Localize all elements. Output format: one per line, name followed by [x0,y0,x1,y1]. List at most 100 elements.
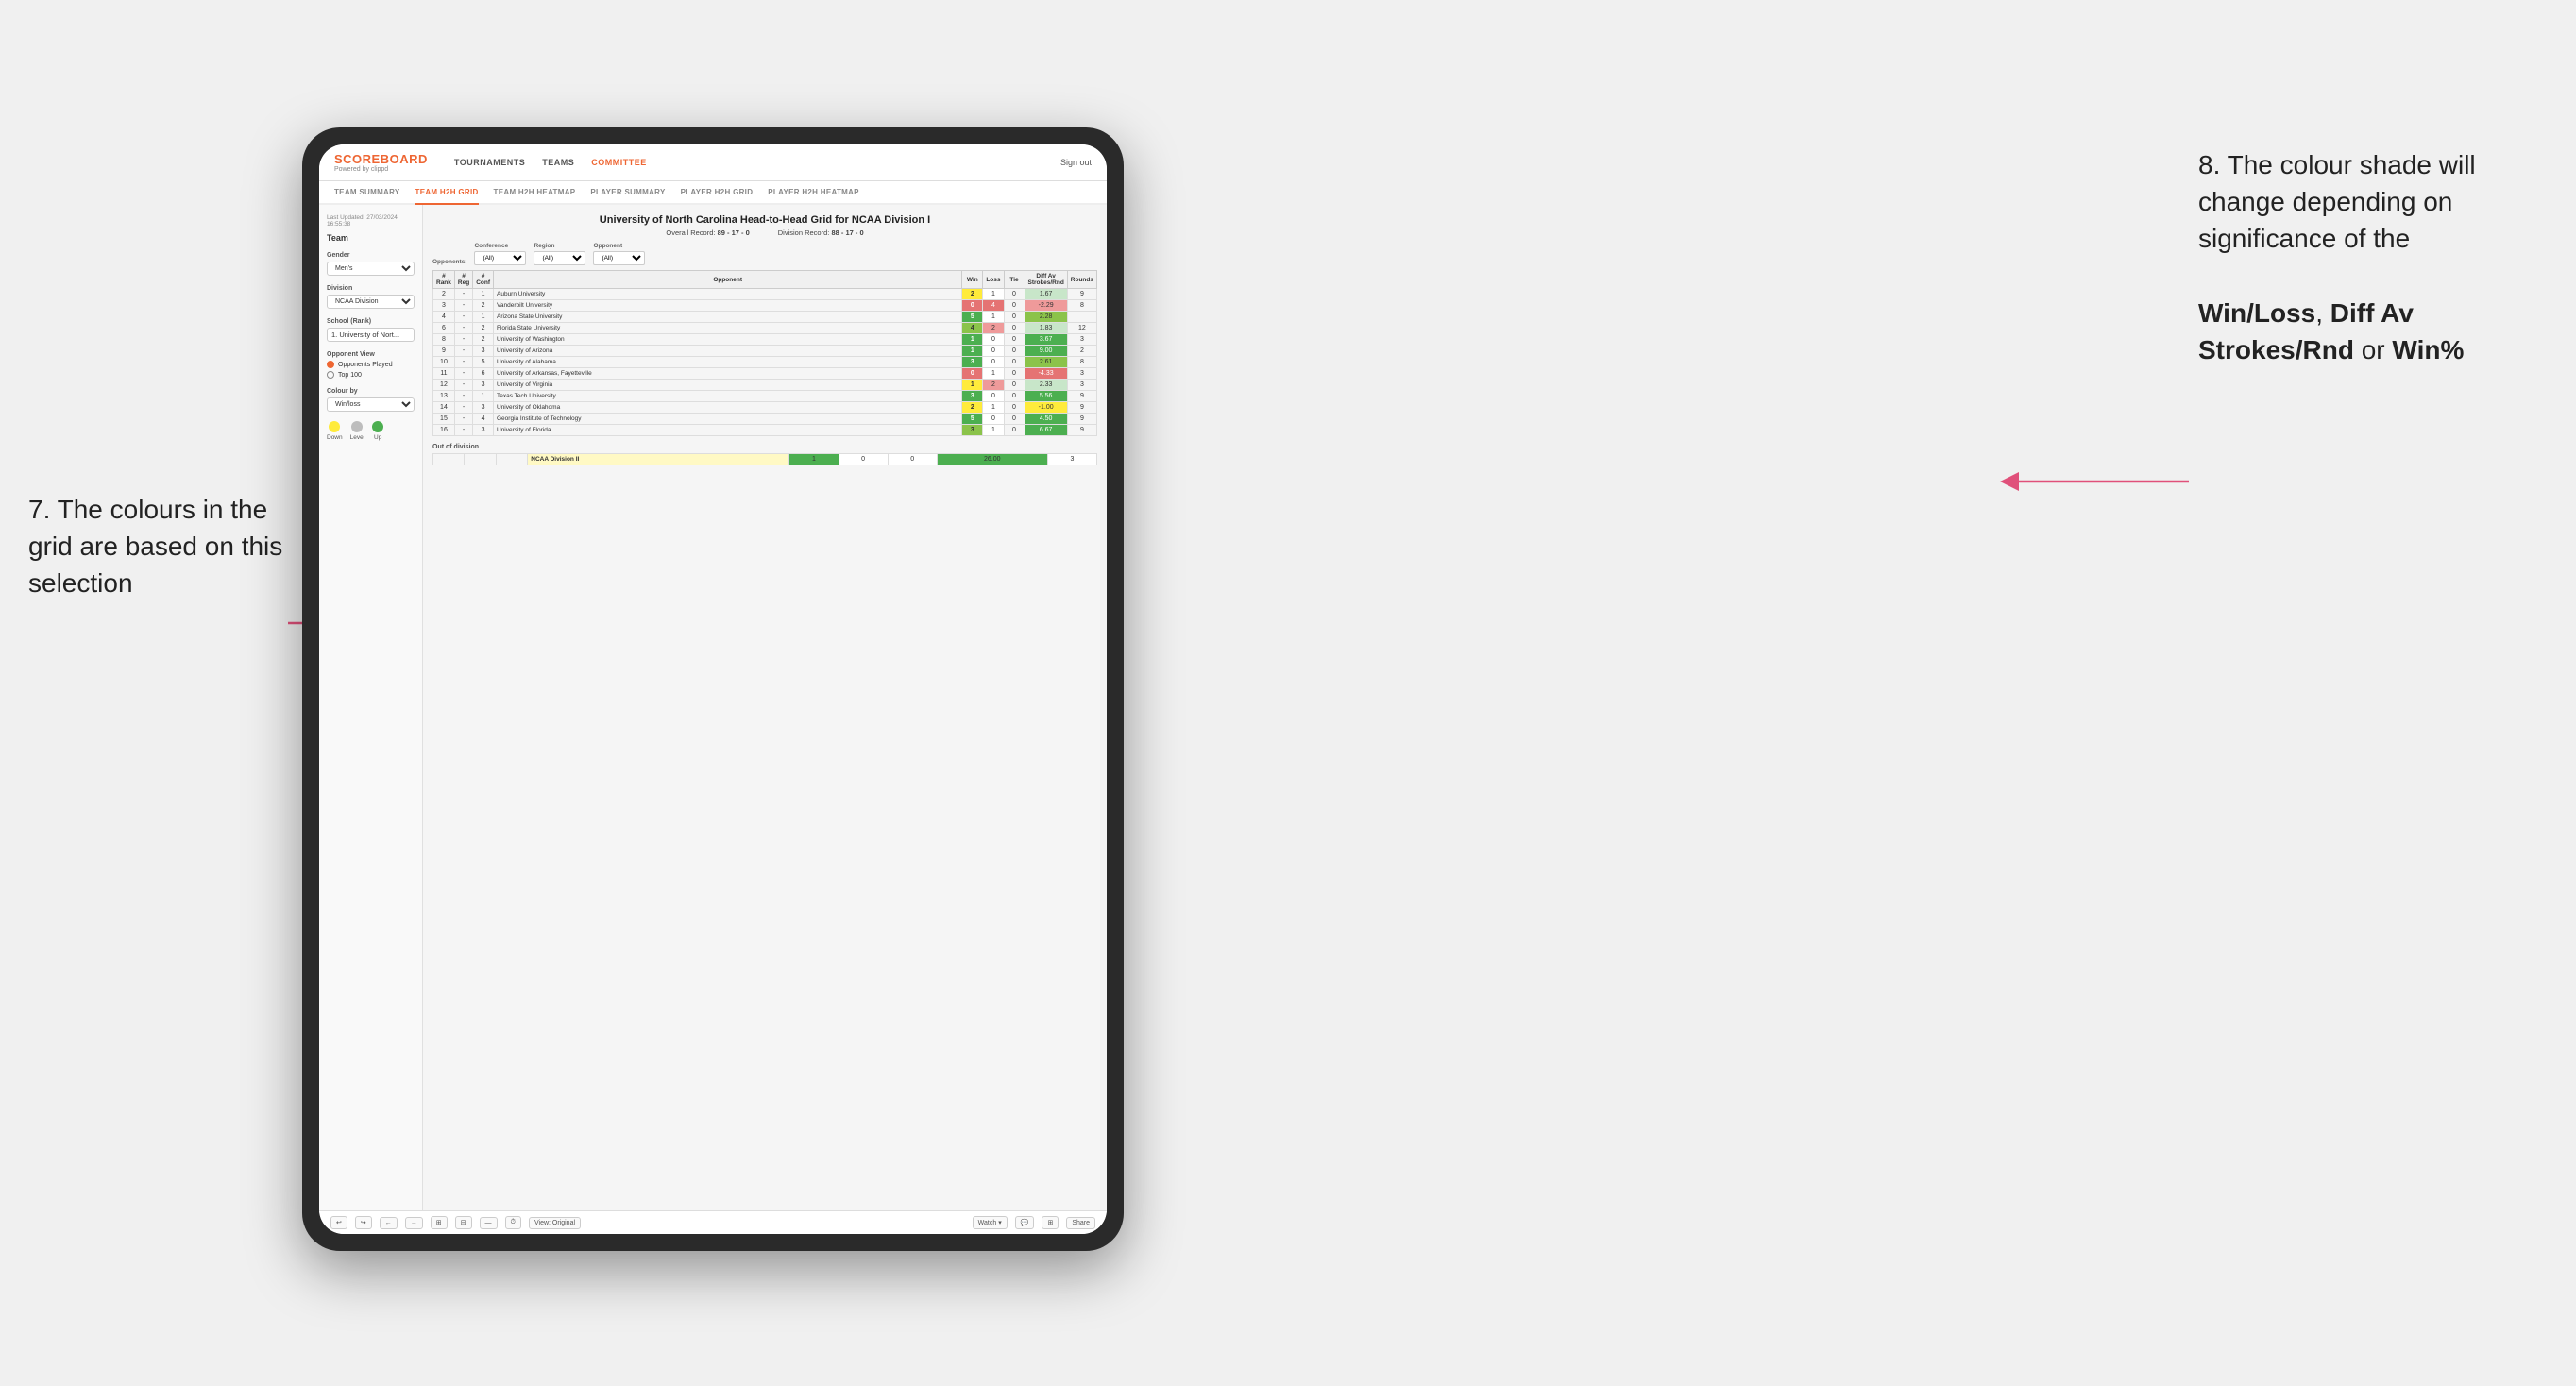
radio-opponents-played[interactable]: Opponents Played [327,361,415,368]
cell-reg: - [454,289,472,300]
col-header-conf: #Conf [473,271,494,289]
gender-select[interactable]: Men's [327,262,415,276]
cell-tie: 0 [1004,380,1025,391]
cell-rounds: 9 [1067,414,1096,425]
cell-conf: 3 [473,425,494,436]
cell-reg: - [454,391,472,402]
cell-loss: 0 [983,334,1004,346]
division-select[interactable]: NCAA Division I [327,295,415,309]
cell-win: 3 [962,425,983,436]
sign-out-link[interactable]: Sign out [1060,158,1092,167]
redo-button[interactable]: ↪ [355,1216,372,1229]
watch-button[interactable]: Watch ▾ [973,1216,1008,1229]
view-original-button[interactable]: View: Original [529,1217,581,1229]
radio-dot-top100 [327,371,334,379]
out-division-label: Out of division [432,444,1097,450]
tab-player-h2h-grid[interactable]: PLAYER H2H GRID [681,181,754,203]
cell-diff: 4.50 [1025,414,1067,425]
cell-tie: 0 [1004,334,1025,346]
cell-opponent: University of Washington [494,334,962,346]
cell-conf: 6 [473,368,494,380]
cell-loss: 1 [983,402,1004,414]
cell-win: 2 [962,289,983,300]
table-body: 2 - 1 Auburn University 2 1 0 1.67 9 3 -… [433,289,1097,436]
cell-rounds: 12 [1067,323,1096,334]
legend-circle-up [372,421,383,432]
tab-team-h2h-heatmap[interactable]: TEAM H2H HEATMAP [494,181,576,203]
cell-rank: 4 [433,312,455,323]
cell-conf: 4 [473,414,494,425]
cell-opponent: Georgia Institute of Technology [494,414,962,425]
view-original-label: View: Original [534,1220,575,1226]
cell-conf: 1 [473,289,494,300]
cell-opponent: Arizona State University [494,312,962,323]
clock-button[interactable]: ⏱ [505,1216,521,1229]
back-button[interactable]: ← [380,1217,398,1229]
dash-button[interactable]: — [480,1217,498,1229]
colour-by-label: Colour by [327,388,415,395]
share-button[interactable]: Share [1066,1217,1095,1229]
table-header-row: #Rank #Reg #Conf Opponent Win Loss Tie D… [433,271,1097,289]
school-label: School (Rank) [327,318,415,325]
od-reg [465,454,496,465]
opponent-filter: Opponent (All) [593,243,645,265]
tab-team-h2h-grid[interactable]: TEAM H2H GRID [415,181,479,205]
cell-diff: 2.33 [1025,380,1067,391]
cell-loss: 1 [983,368,1004,380]
cell-rounds: 3 [1067,334,1096,346]
colour-by-select[interactable]: Win/loss Diff Av Strokes/Rnd Win% [327,397,415,412]
conference-select[interactable]: (All) [474,251,526,265]
nav-tournaments[interactable]: TOURNAMENTS [454,158,525,167]
layout-button[interactable]: ⊞ [1042,1216,1059,1229]
sub-nav: TEAM SUMMARY TEAM H2H GRID TEAM H2H HEAT… [319,181,1107,205]
cell-reg: - [454,425,472,436]
undo-button[interactable]: ↩ [330,1216,347,1229]
legend-row: Down Level Up [327,421,415,441]
cell-tie: 0 [1004,300,1025,312]
cell-reg: - [454,380,472,391]
cell-rounds: 2 [1067,346,1096,357]
cell-win: 0 [962,368,983,380]
annotation-left: 7. The colours in the grid are based on … [28,491,293,602]
col-header-rank: #Rank [433,271,455,289]
paste-button[interactable]: ⊟ [455,1216,472,1229]
tab-player-h2h-heatmap[interactable]: PLAYER H2H HEATMAP [768,181,859,203]
od-name: NCAA Division II [528,454,789,465]
cell-opponent: University of Florida [494,425,962,436]
cell-diff: 6.67 [1025,425,1067,436]
nav-teams[interactable]: TEAMS [542,158,574,167]
radio-top-100[interactable]: Top 100 [327,371,415,379]
opponent-select[interactable]: (All) [593,251,645,265]
forward-button[interactable]: → [405,1217,423,1229]
col-header-diff: Diff AvStrokes/Rnd [1025,271,1067,289]
tab-player-summary[interactable]: PLAYER SUMMARY [590,181,665,203]
table-row: 10 - 5 University of Alabama 3 0 0 2.61 … [433,357,1097,368]
radio-label-played: Opponents Played [338,362,393,368]
cell-tie: 0 [1004,357,1025,368]
sidebar-division-section: Division NCAA Division I [327,285,415,309]
table-row: 13 - 1 Texas Tech University 3 0 0 5.56 … [433,391,1097,402]
region-select[interactable]: (All) [534,251,585,265]
cell-opponent: University of Arizona [494,346,962,357]
cell-opponent: University of Oklahoma [494,402,962,414]
annotation-bold-winpct: Win% [2392,335,2464,364]
copy-button[interactable]: ⊞ [431,1216,448,1229]
sidebar-team-title: Team [327,233,415,243]
legend-label-level: Level [350,434,365,441]
cell-reg: - [454,334,472,346]
comment-button[interactable]: 💬 [1015,1216,1035,1229]
cell-rounds: 9 [1067,402,1096,414]
col-header-rounds: Rounds [1067,271,1096,289]
cell-diff: 2.28 [1025,312,1067,323]
cell-win: 4 [962,323,983,334]
grid-header: University of North Carolina Head-to-Hea… [432,214,1097,237]
cell-diff: 2.61 [1025,357,1067,368]
cell-opponent: Vanderbilt University [494,300,962,312]
cell-tie: 0 [1004,402,1025,414]
out-division-row: NCAA Division II 1 0 0 26.00 3 [433,454,1097,465]
cell-opponent: Auburn University [494,289,962,300]
cell-reg: - [454,402,472,414]
nav-committee[interactable]: COMMITTEE [591,158,647,167]
tab-team-summary[interactable]: TEAM SUMMARY [334,181,400,203]
division-record: Division Record: 88 - 17 - 0 [778,228,864,237]
